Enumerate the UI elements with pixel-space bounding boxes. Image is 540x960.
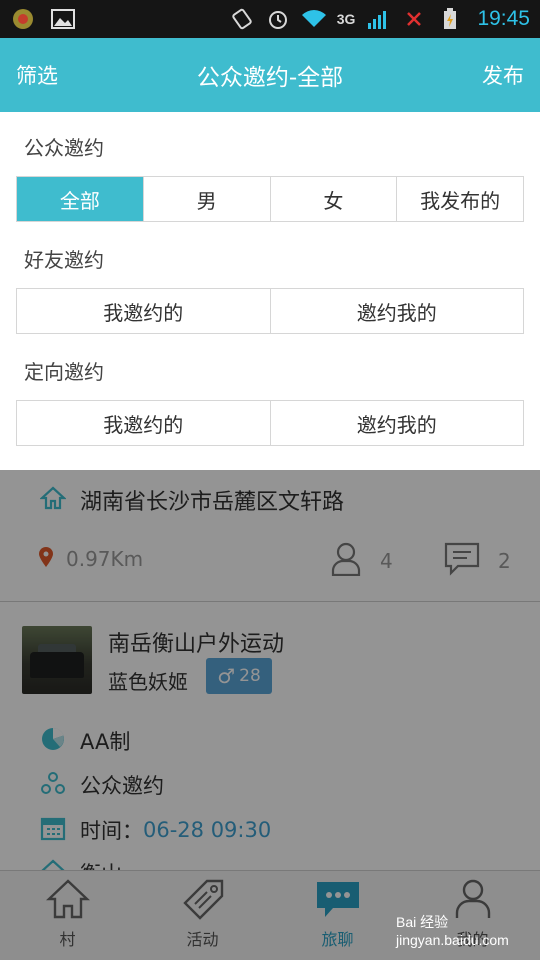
tag-icon — [181, 878, 225, 924]
age-value: 28 — [239, 666, 261, 686]
directed-invite-segment: 我邀约的 邀约我的 — [16, 400, 524, 446]
people-count[interactable]: 4 — [330, 542, 393, 580]
house-icon — [45, 878, 90, 924]
friend-invite-segment: 我邀约的 邀约我的 — [16, 288, 524, 334]
public-all-option[interactable]: 全部 — [17, 177, 144, 221]
address-row: 湖南省长沙市岳麓区文轩路 — [39, 484, 345, 516]
no-signal-icon — [401, 8, 427, 30]
friend-invited-by-me-option[interactable]: 我邀约的 — [17, 289, 271, 333]
alarm-icon — [265, 8, 291, 30]
distance-row: 0.97Km — [38, 546, 143, 572]
nav-label-mine: 我的 — [456, 930, 489, 949]
app-notification-icon — [10, 8, 36, 30]
public-invite-label: 公众邀约 — [24, 136, 104, 160]
bottom-nav: 村 活动 旅聊 我的 — [0, 870, 540, 960]
house-icon — [39, 486, 67, 514]
filter-button[interactable]: 筛选 — [16, 60, 58, 90]
comment-icon — [444, 542, 480, 580]
friend-invite-label: 好友邀约 — [24, 248, 104, 272]
nav-item-mine[interactable]: 我的 — [405, 871, 540, 960]
invite-type-row: 公众邀约 — [40, 770, 164, 800]
public-mine-option[interactable]: 我发布的 — [397, 177, 523, 221]
person-icon — [451, 878, 495, 924]
avatar[interactable] — [22, 626, 92, 694]
gallery-icon — [50, 8, 76, 30]
user-nickname: 蓝色妖姬 — [108, 670, 188, 694]
time-label: 时间： — [80, 819, 143, 843]
nav-label-village: 村 — [59, 930, 76, 949]
male-icon: ♂ — [217, 664, 236, 688]
comment-count-value: 2 — [498, 549, 511, 573]
wifi-icon — [301, 8, 327, 30]
comment-count[interactable]: 2 — [444, 542, 511, 580]
directed-invited-me-option[interactable]: 邀约我的 — [270, 401, 523, 445]
publish-button[interactable]: 发布 — [482, 60, 524, 90]
nav-label-activity: 活动 — [186, 930, 219, 949]
distance-text: 0.97Km — [66, 547, 144, 571]
rotate-icon — [229, 8, 255, 30]
calendar-icon — [40, 815, 66, 845]
directed-invite-label: 定向邀约 — [24, 360, 104, 384]
title-bar: 筛选 公众邀约-全部 发布 — [0, 38, 540, 112]
dots-icon — [40, 770, 66, 800]
people-count-value: 4 — [380, 549, 393, 573]
address-text: 湖南省长沙市岳麓区文轩路 — [80, 490, 345, 515]
status-bar: 3G 19:45 — [0, 0, 540, 38]
event-title[interactable]: 南岳衡山户外运动 — [108, 626, 284, 658]
invite-list: 湖南省长沙市岳麓区文轩路 0.97Km 4 2 南岳衡山户外运动 蓝色妖姬 ♂ … — [0, 470, 540, 870]
nav-item-village[interactable]: 村 — [0, 871, 135, 960]
payment-text: AA制 — [80, 730, 131, 754]
filter-panel: 公众邀约 全部 男 女 我发布的 好友邀约 我邀约的 邀约我的 定向邀约 我邀约… — [0, 112, 540, 470]
public-invite-segment: 全部 男 女 我发布的 — [16, 176, 524, 222]
public-female-option[interactable]: 女 — [270, 177, 398, 221]
invite-type-text: 公众邀约 — [80, 774, 164, 798]
pie-chart-icon — [40, 726, 66, 756]
location-partial-text: 衡山 — [80, 858, 122, 870]
person-icon — [330, 542, 362, 580]
time-row: 时间： 06-28 09:30 — [40, 815, 271, 845]
payment-row: AA制 — [40, 726, 130, 756]
clock-time: 19:45 — [477, 7, 530, 30]
page-title: 公众邀约-全部 — [196, 65, 344, 91]
chat-icon — [315, 878, 361, 924]
signal-icon — [365, 8, 391, 30]
time-value: 06-28 09:30 — [143, 818, 272, 842]
location-pin-icon — [38, 546, 54, 572]
directed-invited-by-me-option[interactable]: 我邀约的 — [17, 401, 271, 445]
battery-charging-icon — [437, 8, 463, 30]
gender-age-badge: ♂ 28 — [206, 658, 272, 694]
nav-item-activity[interactable]: 活动 — [135, 871, 270, 960]
card-divider — [0, 601, 540, 602]
house-icon — [40, 859, 66, 870]
nav-item-travel-chat[interactable]: 旅聊 — [270, 871, 405, 960]
network-type: 3G — [336, 11, 356, 27]
location-row-partial: 衡山 — [40, 858, 122, 870]
friend-invited-me-option[interactable]: 邀约我的 — [270, 289, 523, 333]
public-male-option[interactable]: 男 — [143, 177, 271, 221]
nav-label-travel-chat: 旅聊 — [321, 930, 354, 949]
